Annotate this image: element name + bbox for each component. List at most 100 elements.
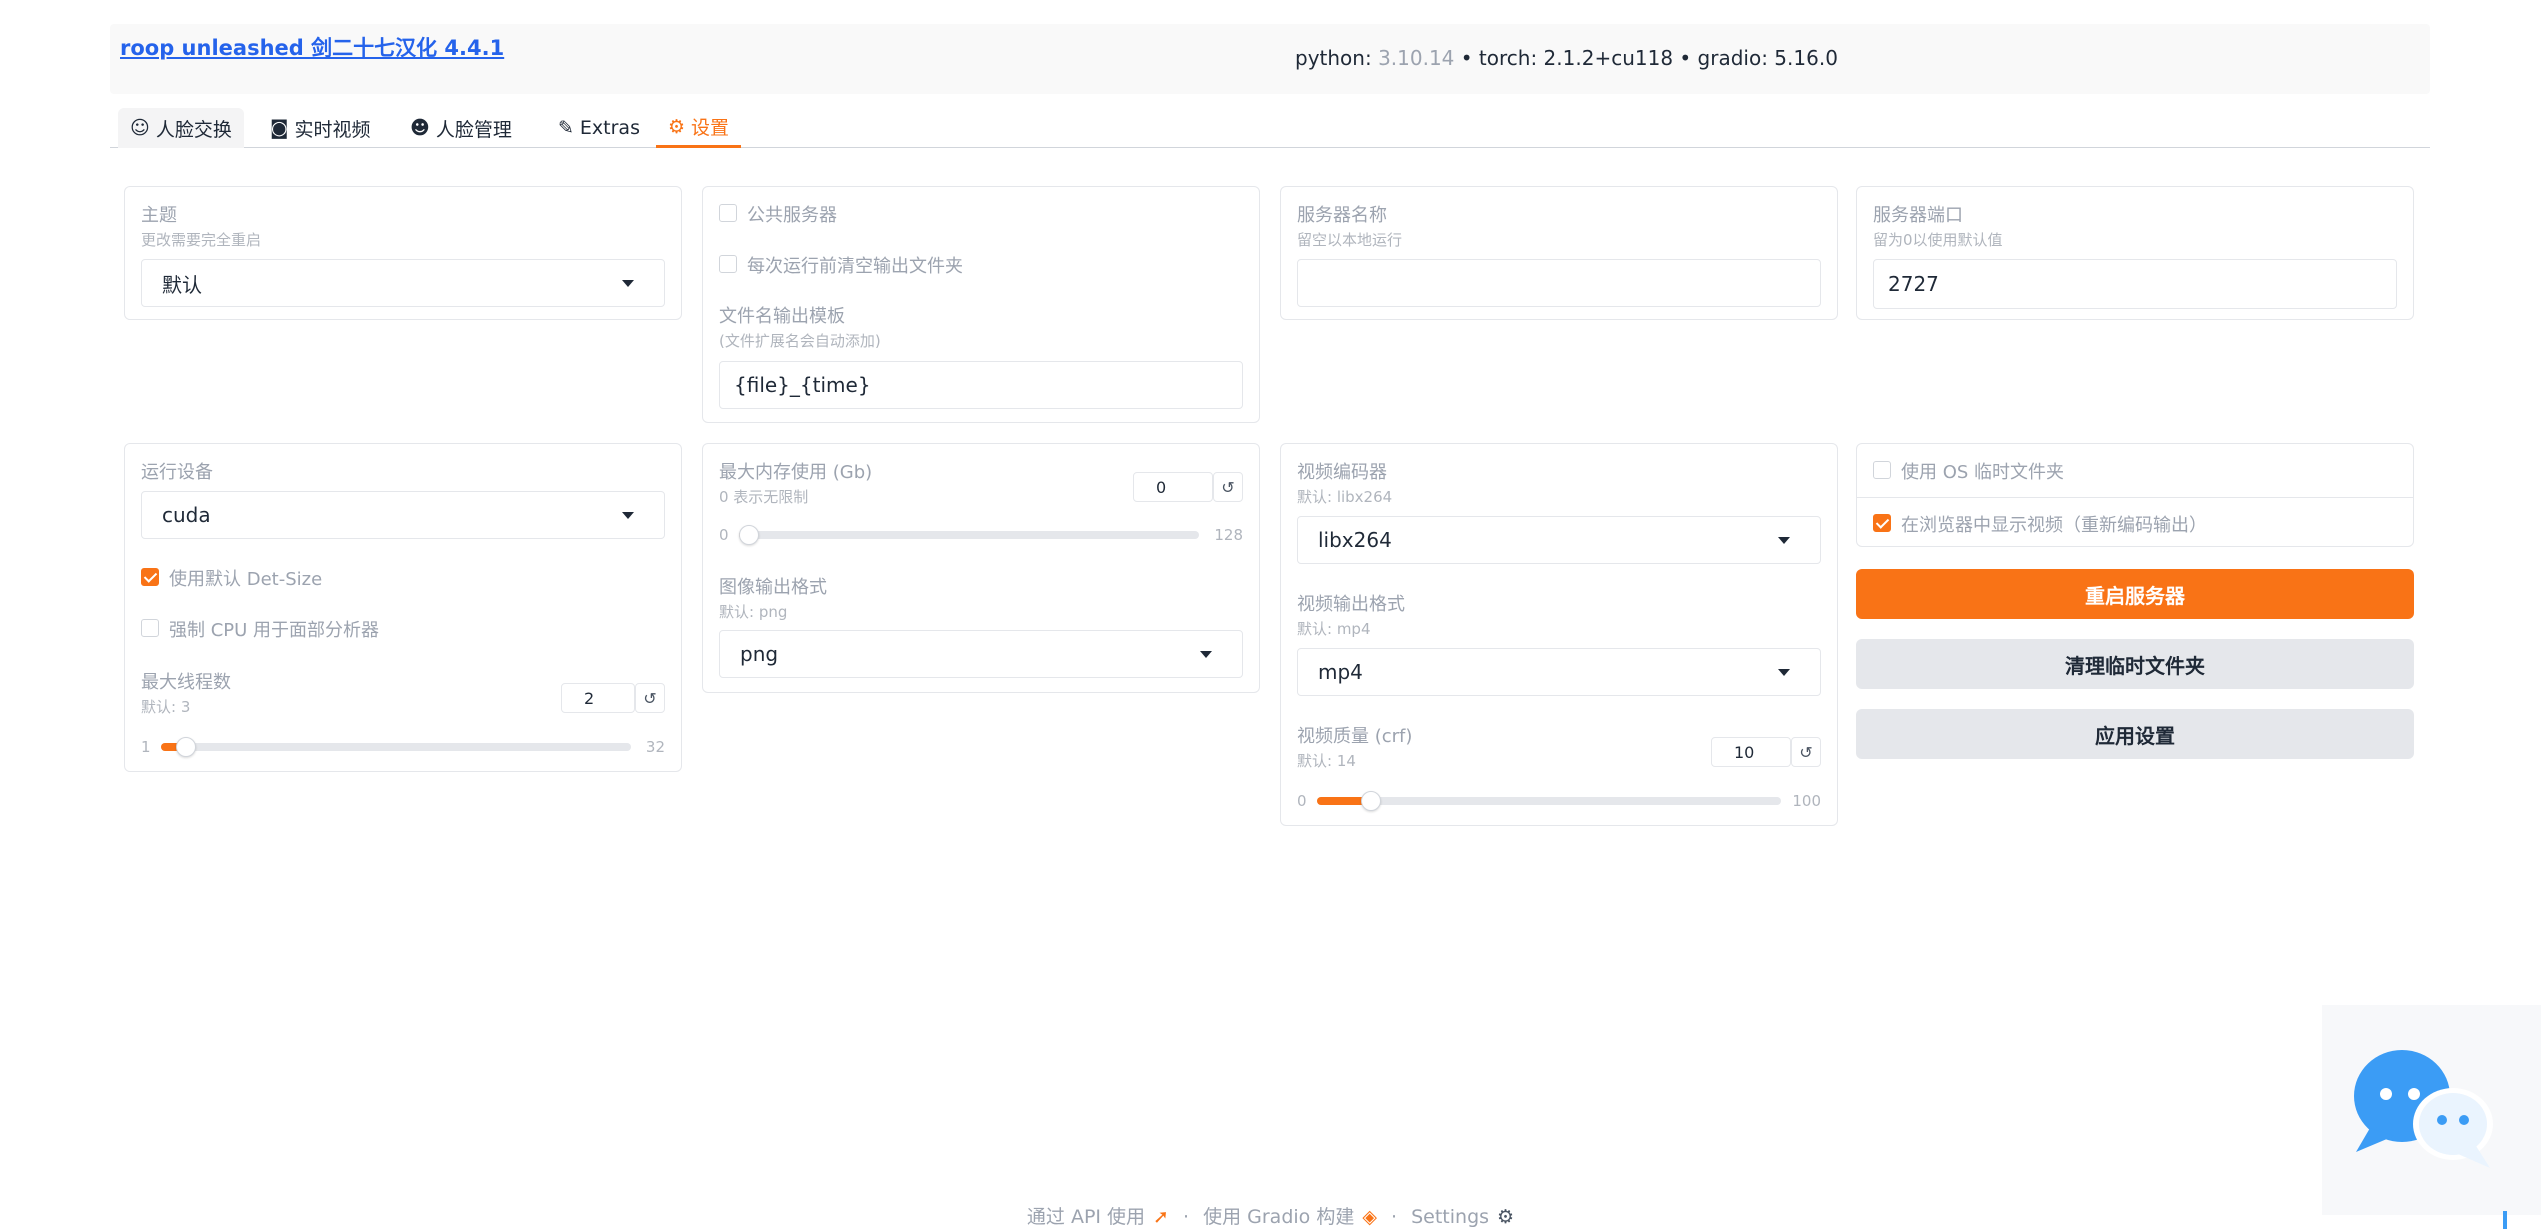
theme-panel: 主题 更改需要完全重启 默认 xyxy=(124,186,682,320)
filename-template-input[interactable]: {file}_{time} xyxy=(719,361,1243,409)
tab-live-video[interactable]: ◙ 实时视频 xyxy=(258,108,382,148)
video-format-dropdown[interactable]: mp4 xyxy=(1297,648,1821,696)
gear-icon: ⚙ xyxy=(1497,1206,1515,1228)
max-memory-max: 128 xyxy=(1214,526,1243,544)
show-video-label: 在浏览器中显示视频（重新编码输出） xyxy=(1901,515,2207,536)
version-info: python: 3.10.14 • torch: 2.1.2+cu118 • g… xyxy=(1295,46,1838,70)
server-port-info: 留为0以使用默认值 xyxy=(1873,231,2003,249)
theme-label: 主题 xyxy=(141,205,177,226)
max-threads-slider[interactable] xyxy=(161,743,631,751)
default-det-size-label: 使用默认 Det-Size xyxy=(169,569,323,590)
clear-temp-button[interactable]: 清理临时文件夹 xyxy=(1856,639,2414,689)
public-server-label: 公共服务器 xyxy=(747,205,837,226)
gradio-logo-icon: ◈ xyxy=(1362,1206,1377,1228)
chevron-down-icon xyxy=(1200,651,1212,658)
chevron-down-icon xyxy=(622,280,634,287)
server-name-panel: 服务器名称 留空以本地运行 xyxy=(1280,186,1838,320)
theme-dropdown[interactable]: 默认 xyxy=(141,259,665,307)
max-memory-info: 0 表示无限制 xyxy=(719,488,809,506)
max-memory-min: 0 xyxy=(719,526,729,544)
chevron-down-icon xyxy=(1778,669,1790,676)
video-quality-number[interactable]: 10 xyxy=(1711,737,1791,767)
server-port-input[interactable]: 2727 xyxy=(1873,259,2397,309)
footer: 通过 API 使用 ➚ · 使用 Gradio 构建 ◈ · Settings ⚙ xyxy=(0,1202,2541,1229)
max-memory-number[interactable]: 0 xyxy=(1133,472,1213,502)
clear-output-label: 每次运行前清空输出文件夹 xyxy=(747,256,963,277)
max-memory-slider-thumb[interactable] xyxy=(739,525,759,545)
video-quality-label: 视频质量 (crf) xyxy=(1297,726,1413,747)
video-codec-info: 默认: libx264 xyxy=(1297,488,1393,506)
chevron-down-icon xyxy=(1778,537,1790,544)
server-name-label: 服务器名称 xyxy=(1297,205,1387,226)
force-cpu-label: 强制 CPU 用于面部分析器 xyxy=(169,620,380,641)
max-threads-label: 最大线程数 xyxy=(141,672,231,693)
video-quality-slider[interactable] xyxy=(1317,797,1781,805)
video-codec-dropdown[interactable]: libx264 xyxy=(1297,516,1821,564)
max-threads-slider-thumb[interactable] xyxy=(175,737,196,757)
max-threads-info: 默认: 3 xyxy=(141,698,191,716)
max-memory-slider[interactable] xyxy=(739,531,1199,539)
divider xyxy=(1857,497,2413,498)
theme-info: 更改需要完全重启 xyxy=(141,231,262,249)
image-format-info: 默认: png xyxy=(719,603,788,621)
app-title-link[interactable]: roop unleashed 剑二十七汉化 4.4.1 xyxy=(120,32,504,62)
os-temp-checkbox[interactable] xyxy=(1873,461,1891,479)
python-version: 3.10.14 xyxy=(1378,46,1455,70)
rocket-icon: ➚ xyxy=(1153,1206,1169,1228)
misc-options-panel: 使用 OS 临时文件夹 在浏览器中显示视频（重新编码输出） xyxy=(1856,443,2414,547)
tab-face-management[interactable]: ☻ 人脸管理 xyxy=(398,108,524,148)
video-quality-slider-thumb[interactable] xyxy=(1361,791,1382,811)
image-format-label: 图像输出格式 xyxy=(719,577,827,598)
server-name-input[interactable] xyxy=(1297,259,1821,307)
device-label: 运行设备 xyxy=(141,462,213,483)
video-quality-info: 默认: 14 xyxy=(1297,752,1356,770)
device-panel: 运行设备 cuda 使用默认 Det-Size 强制 CPU 用于面部分析器 最… xyxy=(124,443,682,772)
video-quality-max: 100 xyxy=(1792,792,1821,810)
tab-settings[interactable]: ⚙ 设置 xyxy=(656,108,742,148)
chevron-down-icon xyxy=(622,512,634,519)
server-options-panel: 公共服务器 每次运行前清空输出文件夹 文件名输出模板 (文件扩展名会自动添加) … xyxy=(702,186,1260,423)
face-management-icon: ☻ xyxy=(410,117,430,139)
apply-settings-button[interactable]: 应用设置 xyxy=(1856,709,2414,759)
gradio-link[interactable]: 使用 Gradio 构建 xyxy=(1203,1206,1354,1228)
show-video-checkbox[interactable] xyxy=(1873,514,1891,532)
video-panel: 视频编码器 默认: libx264 libx264 视频输出格式 默认: mp4… xyxy=(1280,443,1838,826)
footer-separator: · xyxy=(1183,1206,1190,1228)
max-memory-reset-icon[interactable]: ↺ xyxy=(1213,472,1243,502)
api-link[interactable]: 通过 API 使用 xyxy=(1027,1206,1145,1228)
default-det-size-checkbox[interactable] xyxy=(141,568,159,586)
settings-icon: ⚙ xyxy=(668,115,686,138)
extras-icon: ✎ xyxy=(558,117,574,139)
video-quality-reset-icon[interactable]: ↺ xyxy=(1791,737,1821,767)
video-format-label: 视频输出格式 xyxy=(1297,594,1405,615)
tab-extras[interactable]: ✎ Extras xyxy=(546,108,652,148)
device-dropdown[interactable]: cuda xyxy=(141,491,665,539)
server-port-panel: 服务器端口 留为0以使用默认值 2727 xyxy=(1856,186,2414,320)
live-video-icon: ◙ xyxy=(270,117,289,139)
image-format-dropdown[interactable]: png xyxy=(719,630,1243,678)
max-threads-number[interactable]: 2 xyxy=(561,683,635,713)
force-cpu-checkbox[interactable] xyxy=(141,619,159,637)
max-threads-max: 32 xyxy=(645,738,665,756)
video-format-info: 默认: mp4 xyxy=(1297,620,1371,638)
torch-gradio-versions: • torch: 2.1.2+cu118 • gradio: 5.16.0 xyxy=(1460,46,1838,70)
python-label: python: xyxy=(1295,46,1372,70)
tab-face-swap[interactable]: ☺ 人脸交换 xyxy=(118,108,244,148)
chat-bubble-icon[interactable] xyxy=(2350,1040,2500,1175)
restart-server-button[interactable]: 重启服务器 xyxy=(1856,569,2414,619)
video-codec-label: 视频编码器 xyxy=(1297,462,1387,483)
server-name-info: 留空以本地运行 xyxy=(1297,231,1403,249)
face-swap-icon: ☺ xyxy=(130,117,150,139)
os-temp-label: 使用 OS 临时文件夹 xyxy=(1901,462,2065,483)
footer-separator: · xyxy=(1391,1206,1398,1228)
settings-link[interactable]: Settings xyxy=(1411,1206,1489,1228)
max-memory-label: 最大内存使用 (Gb) xyxy=(719,462,873,483)
filename-template-info: (文件扩展名会自动添加) xyxy=(719,332,881,350)
public-server-checkbox[interactable] xyxy=(719,204,737,222)
max-threads-reset-icon[interactable]: ↺ xyxy=(635,683,665,713)
server-port-label: 服务器端口 xyxy=(1873,205,1963,226)
memory-panel: 最大内存使用 (Gb) 0 表示无限制 0 ↺ 0 128 图像输出格式 默认:… xyxy=(702,443,1260,693)
max-threads-min: 1 xyxy=(141,738,151,756)
filename-template-label: 文件名输出模板 xyxy=(719,306,845,327)
clear-output-checkbox[interactable] xyxy=(719,255,737,273)
